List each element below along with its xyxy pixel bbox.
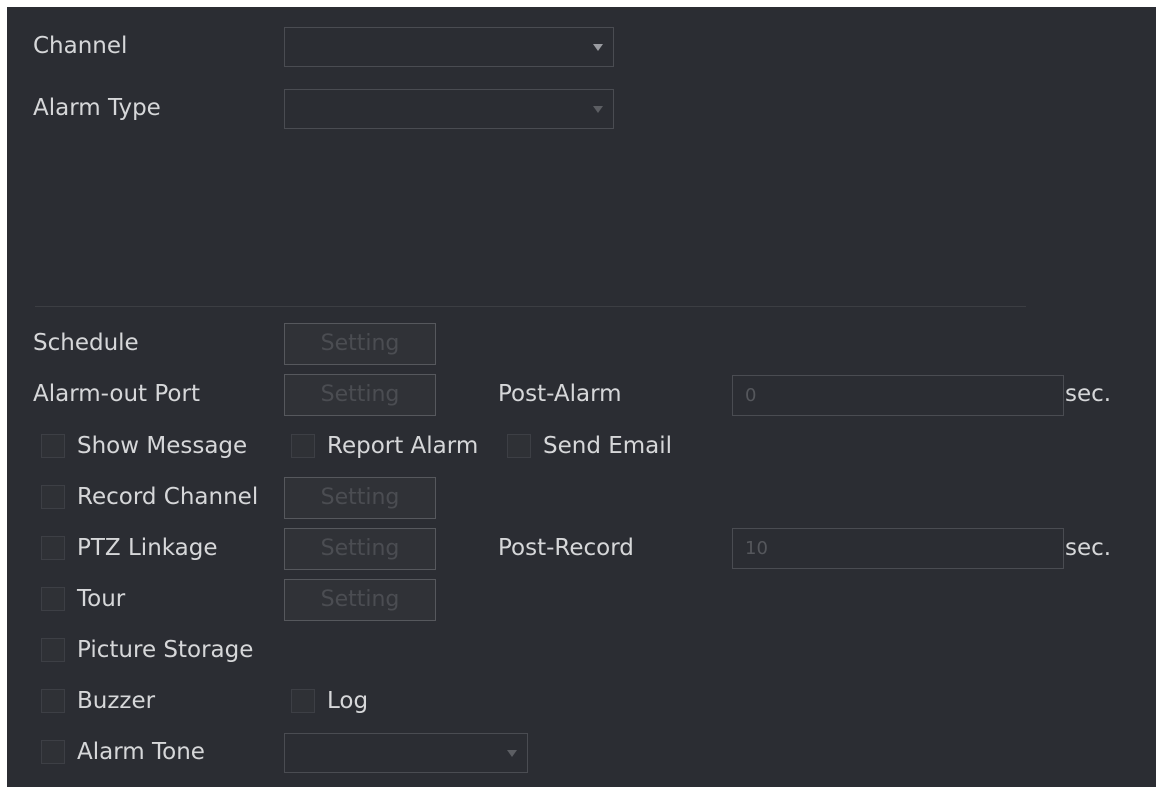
section-divider — [35, 306, 1026, 307]
post-alarm-unit: sec. — [1065, 381, 1112, 407]
picture-storage-label: Picture Storage — [77, 637, 254, 663]
channel-label: Channel — [33, 33, 128, 59]
report-alarm-label: Report Alarm — [327, 433, 479, 459]
post-record-unit: sec. — [1065, 535, 1112, 561]
post-record-input[interactable]: 10 — [732, 528, 1064, 569]
alarm-settings-panel: Channel Alarm Type Schedule Setting Alar… — [7, 7, 1156, 787]
record-channel-setting-button[interactable]: Setting — [284, 477, 436, 519]
alarm-out-port-setting-button[interactable]: Setting — [284, 374, 436, 416]
alarm-type-label: Alarm Type — [33, 95, 161, 121]
log-checkbox[interactable] — [291, 689, 315, 713]
post-alarm-input[interactable]: 0 — [732, 375, 1064, 416]
schedule-label: Schedule — [33, 330, 139, 356]
log-label: Log — [327, 688, 369, 714]
tour-checkbox[interactable] — [41, 587, 65, 611]
alarm-tone-label: Alarm Tone — [77, 739, 205, 765]
show-message-label: Show Message — [77, 433, 248, 459]
channel-select[interactable] — [284, 27, 614, 67]
tour-label: Tour — [77, 586, 126, 612]
alarm-out-port-label: Alarm-out Port — [33, 381, 200, 407]
record-channel-label: Record Channel — [77, 484, 259, 510]
post-alarm-label: Post-Alarm — [498, 381, 622, 407]
chevron-down-icon — [507, 750, 517, 757]
chevron-down-icon — [593, 106, 603, 113]
ptz-linkage-label: PTZ Linkage — [77, 535, 218, 561]
post-record-label: Post-Record — [498, 535, 634, 561]
ptz-linkage-checkbox[interactable] — [41, 536, 65, 560]
ptz-linkage-setting-button[interactable]: Setting — [284, 528, 436, 570]
schedule-setting-button[interactable]: Setting — [284, 323, 436, 365]
tour-setting-button[interactable]: Setting — [284, 579, 436, 621]
alarm-type-select[interactable] — [284, 89, 614, 129]
alarm-tone-select[interactable] — [284, 733, 528, 773]
record-channel-checkbox[interactable] — [41, 485, 65, 509]
send-email-checkbox[interactable] — [507, 434, 531, 458]
alarm-tone-checkbox[interactable] — [41, 740, 65, 764]
report-alarm-checkbox[interactable] — [291, 434, 315, 458]
buzzer-checkbox[interactable] — [41, 689, 65, 713]
show-message-checkbox[interactable] — [41, 434, 65, 458]
picture-storage-checkbox[interactable] — [41, 638, 65, 662]
send-email-label: Send Email — [543, 433, 673, 459]
chevron-down-icon — [593, 44, 603, 51]
buzzer-label: Buzzer — [77, 688, 156, 714]
